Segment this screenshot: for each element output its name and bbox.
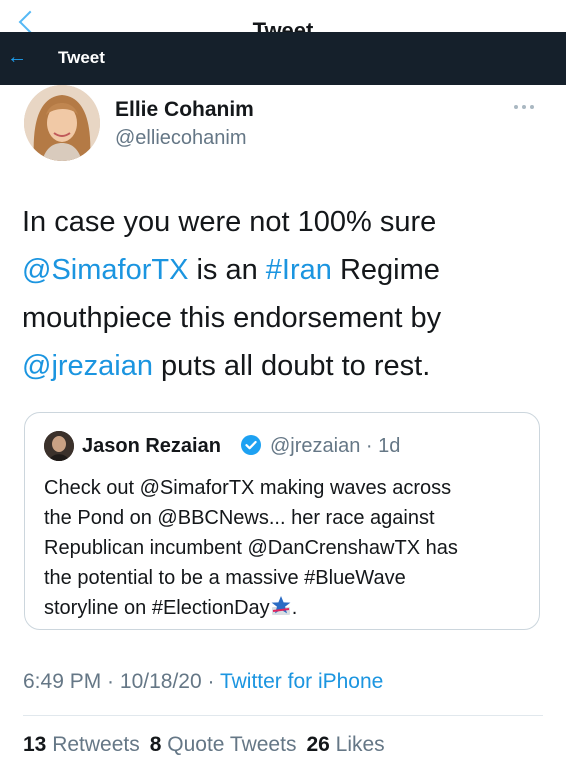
author-handle[interactable]: @elliecohanim (115, 127, 246, 150)
verified-badge-icon (241, 435, 261, 455)
header-title: Tweet (58, 48, 105, 67)
text-segment: Republican incumbent @DanCrenshawTX has (44, 537, 458, 559)
text-line: mouthpiece this endorsement by (22, 294, 542, 342)
text-segment: . (291, 597, 298, 619)
stat-quote-tweets[interactable]: 8 Quote Tweets (150, 733, 297, 756)
text-line: the Pond on @BBCNews... her race against (44, 503, 528, 533)
text-line: the potential to be a massive #BlueWave (44, 563, 528, 593)
stat-count: 8 (149, 733, 162, 756)
tweet-metadata: 6:49 PM · 10/18/20 · Twitter for iPhone (23, 670, 383, 694)
tweet-time: 6:49 PM (23, 670, 102, 693)
stat-likes[interactable]: 26 Likes (306, 733, 384, 756)
stat-label: Quote Tweets (161, 733, 297, 756)
meta-separator: · (101, 670, 120, 693)
stat-label: Retweets (46, 733, 140, 756)
more-options-icon[interactable] (514, 101, 540, 113)
ballot-star-icon (271, 596, 291, 615)
tweet-text: In case you were not 100% sure @SimaforTX… (22, 198, 542, 390)
quoted-tweet-text: Check out @SimaforTX making waves across… (44, 473, 528, 623)
author-name[interactable]: Ellie Cohanim (115, 98, 254, 122)
text-segment: In case you were not 100% sure (22, 206, 437, 238)
text-segment: the Pond on @BBCNews... her race against (44, 507, 435, 529)
mention-link[interactable]: @SimaforTX (22, 254, 188, 286)
tweet-date: 10/18/20 (119, 670, 202, 693)
text-line: storyline on #ElectionDay. (44, 593, 528, 623)
stat-retweets[interactable]: 13 Retweets (23, 733, 140, 756)
quoted-author-handle[interactable]: @jrezaian (270, 435, 360, 457)
text-line: @jrezaian puts all doubt to rest. (22, 342, 542, 390)
text-line: @SimaforTX is an #Iran Regime (22, 246, 542, 294)
text-segment: storyline on #ElectionDay (44, 597, 270, 619)
quoted-age: 1d (378, 435, 401, 457)
quoted-tweet[interactable]: Jason Rezaian @jrezaian · 1d Check out @… (24, 412, 540, 630)
tweet-source-link[interactable]: Twitter for iPhone (220, 670, 383, 693)
quoted-separator: · (360, 435, 379, 457)
stat-count: 13 (23, 733, 47, 756)
quoted-avatar[interactable] (44, 431, 74, 461)
stat-label: Likes (329, 733, 385, 756)
avatar[interactable] (24, 85, 100, 161)
quoted-author-meta: @jrezaian · 1d (270, 435, 400, 458)
text-line: Republican incumbent @DanCrenshawTX has (44, 533, 528, 563)
text-segment: Regime (331, 254, 440, 286)
mention-link[interactable]: #Iran (266, 254, 332, 286)
text-segment: puts all doubt to rest. (153, 350, 431, 382)
meta-separator: · (201, 670, 220, 693)
quoted-author-name[interactable]: Jason Rezaian (82, 435, 221, 458)
text-line: Check out @SimaforTX making waves across (44, 473, 528, 503)
stat-count: 26 (306, 733, 330, 756)
arrow-left-icon[interactable]: ← (7, 45, 27, 69)
text-segment: the potential to be a massive #BlueWave (44, 567, 406, 589)
text-segment: mouthpiece this endorsement by (22, 302, 442, 334)
mention-link[interactable]: @jrezaian (22, 350, 153, 382)
text-segment: Check out @SimaforTX making waves across (44, 477, 452, 499)
divider (23, 715, 543, 716)
background-header: Tweet (0, 0, 566, 32)
text-line: In case you were not 100% sure (22, 198, 542, 246)
background-header-title: Tweet (252, 18, 314, 32)
tweet-stats: 13 Retweets 8 Quote Tweets 26 Likes (23, 733, 395, 757)
app-header: ← Tweet (0, 32, 566, 85)
text-segment: is an (188, 254, 266, 286)
